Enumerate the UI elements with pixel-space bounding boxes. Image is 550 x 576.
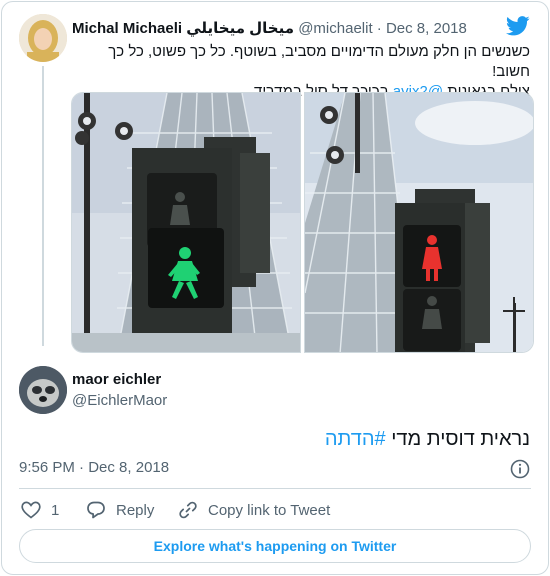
reply-button[interactable]: Reply [86, 499, 154, 521]
tweet-time: 9:56 PM [19, 459, 75, 476]
tweet-text: נראית דוסית מדי #הדתה [325, 427, 530, 451]
author-avatar[interactable] [19, 366, 67, 414]
parent-header: Michal Michaeli ميخال ميخايلي @michaelit… [72, 19, 467, 37]
photo-green-light[interactable] [71, 92, 301, 353]
avatar-photo [19, 14, 67, 62]
parent-date[interactable]: Dec 8, 2018 [386, 20, 467, 37]
like-count: 1 [51, 501, 60, 519]
parent-text-line-1: כשנשים הן חלק מעולם הדימויים מסביב, בשוט… [108, 43, 530, 80]
heart-icon [21, 501, 41, 519]
reply-bubble-icon [87, 501, 105, 519]
explore-twitter-button[interactable]: Explore what's happening on Twitter [19, 529, 531, 563]
tweet-text-body: נראית דוסית מדי [385, 428, 530, 450]
thread-connector [42, 66, 44, 346]
divider [19, 488, 531, 489]
tweet-embed-card: Michal Michaeli ميخال ميخايلي @michaelit… [1, 1, 549, 575]
tweet-timestamp[interactable]: 9:56 PM · Dec 8, 2018 [19, 459, 169, 476]
tweet-date: Dec 8, 2018 [88, 459, 170, 476]
author-handle[interactable]: @EichlerMaor [72, 392, 167, 409]
reply-label: Reply [116, 501, 155, 519]
like-button[interactable]: 1 [21, 499, 59, 521]
author-name[interactable]: maor eichler [72, 371, 161, 388]
separator: · [376, 20, 382, 37]
info-icon[interactable] [510, 459, 530, 479]
copy-link-label: Copy link to Tweet [208, 501, 331, 519]
photo-red-light[interactable] [304, 92, 534, 353]
separator: · [79, 459, 85, 476]
link-icon [179, 501, 197, 519]
hashtag-link[interactable]: #הדתה [325, 428, 386, 450]
twitter-bird-icon[interactable] [506, 16, 530, 36]
parent-author-name[interactable]: Michal Michaeli ميخال ميخايلي [72, 20, 294, 37]
parent-avatar[interactable] [19, 14, 67, 62]
copy-link-button[interactable]: Copy link to Tweet [178, 499, 330, 521]
parent-author-handle[interactable]: @michaelit [298, 20, 372, 37]
avatar-photo [19, 366, 67, 414]
